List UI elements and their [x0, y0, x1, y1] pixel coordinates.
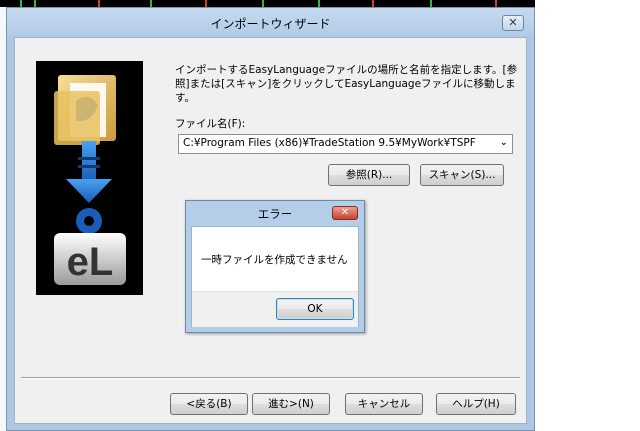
- easylanguage-illustration: eL: [54, 75, 126, 285]
- gear-icon: [76, 208, 102, 234]
- error-message: 一時ファイルを作成できません: [201, 254, 348, 266]
- wizard-close-button[interactable]: ✕: [502, 15, 524, 31]
- wizard-divider: [21, 377, 520, 379]
- error-dialog-body: 一時ファイルを作成できません OK: [191, 226, 359, 327]
- ok-button[interactable]: OK: [276, 298, 354, 320]
- folder-icon: [54, 75, 116, 145]
- el-logo: eL: [54, 233, 126, 285]
- chevron-down-icon[interactable]: ⌄: [500, 137, 508, 148]
- error-close-button[interactable]: ✕: [332, 206, 358, 220]
- cancel-button[interactable]: キャンセル: [345, 393, 423, 415]
- arrow-down-icon: [66, 141, 112, 203]
- browse-button[interactable]: 参照(R)...: [328, 164, 410, 186]
- wizard-title-bar[interactable]: インポートウィザード ✕: [7, 8, 534, 36]
- background-app-area: [535, 0, 640, 431]
- wizard-instructions: インポートするEasyLanguageファイルの場所と名前を指定します。[参照]…: [175, 64, 518, 104]
- file-name-value: C:¥Program Files (x86)¥TradeStation 9.5¥…: [183, 137, 476, 149]
- error-dialog: エラー ✕ 一時ファイルを作成できません OK: [185, 200, 365, 333]
- back-button[interactable]: <戻る(B): [170, 393, 248, 415]
- svg-text:eL: eL: [67, 240, 114, 284]
- file-name-combobox[interactable]: C:¥Program Files (x86)¥TradeStation 9.5¥…: [178, 134, 513, 154]
- file-name-label: ファイル名(F):: [175, 118, 246, 130]
- scan-button[interactable]: スキャン(S)...: [420, 164, 504, 186]
- next-button[interactable]: 進む>(N): [252, 393, 330, 415]
- help-button[interactable]: ヘルプ(H): [436, 393, 516, 415]
- error-button-area: OK: [192, 291, 358, 327]
- wizard-title: インポートウィザード: [210, 17, 331, 31]
- easylanguage-side-image: eL: [36, 61, 143, 295]
